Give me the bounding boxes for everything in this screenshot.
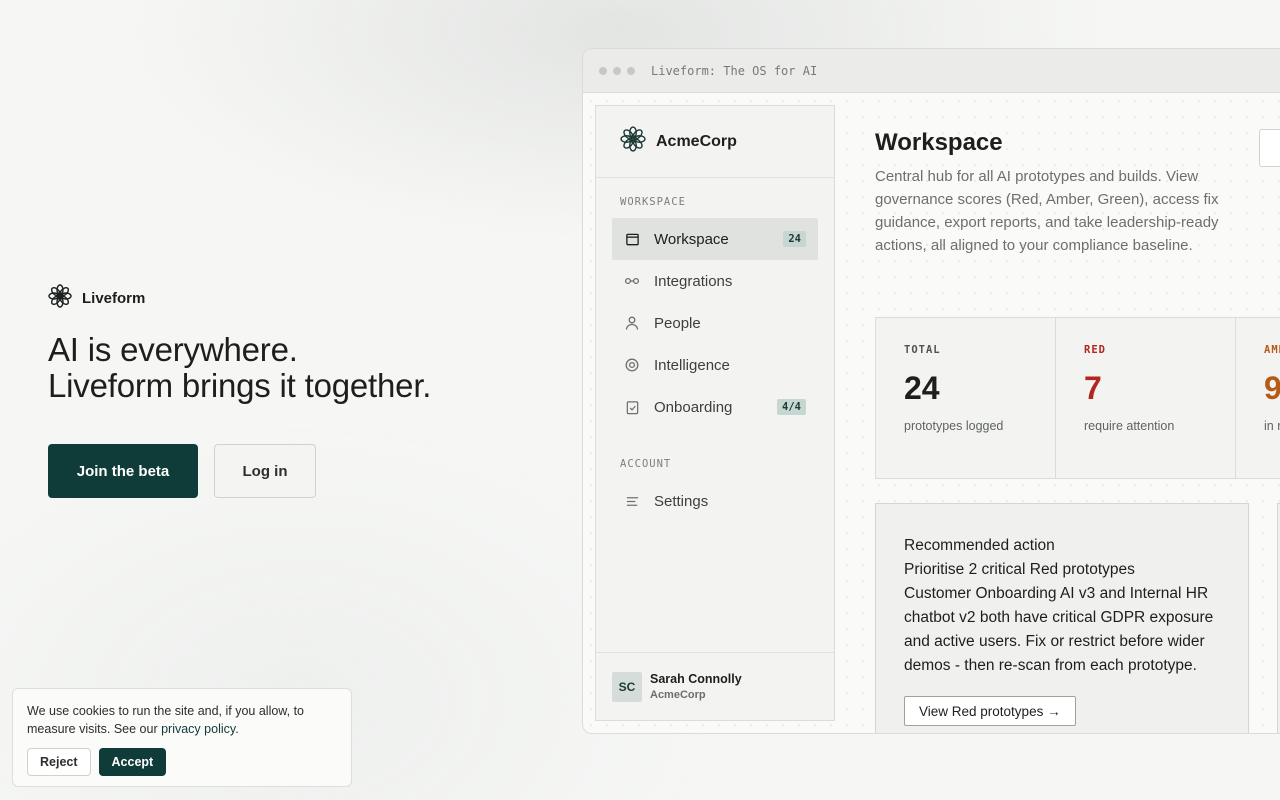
sidebar-item-label: People	[654, 314, 701, 332]
cookie-actions: Reject Accept	[27, 748, 337, 776]
sidebar-item-people[interactable]: People	[612, 302, 818, 344]
recommended-action-card: Recommended action Prioritise 2 critical…	[875, 503, 1249, 733]
target-icon	[624, 357, 640, 373]
view-red-prototypes-button[interactable]: View Red prototypes →	[904, 696, 1076, 726]
settings-lines-icon	[624, 493, 640, 509]
stat-amber: AMBER 9 in review	[1236, 318, 1280, 478]
progress-badge: 4/4	[777, 399, 806, 415]
cookie-accept-button[interactable]: Accept	[98, 748, 167, 776]
stat-value: 7	[1084, 370, 1102, 406]
stat-total: TOTAL 24 prototypes logged	[876, 318, 1056, 478]
app-window-preview: Liveform: The OS for AI AcmeCorp WORKSPA…	[582, 48, 1280, 734]
liveform-logo-icon	[48, 284, 72, 313]
stat-red: RED 7 require attention	[1056, 318, 1236, 478]
window-dot-close	[599, 66, 607, 75]
window-title: Liveform: The OS for AI	[651, 63, 818, 78]
avatar: SC	[612, 671, 642, 702]
join-beta-button[interactable]: Join the beta	[48, 444, 198, 498]
user-name: Sarah Connolly	[650, 672, 742, 686]
sidebar-item-settings[interactable]: Settings	[612, 480, 818, 522]
hero-title-line-1: AI is everywhere.	[48, 331, 298, 368]
stat-caption: in review	[1264, 419, 1280, 433]
sidebar-item-integrations[interactable]: Integrations	[612, 260, 818, 302]
stat-caption: prototypes logged	[904, 419, 1004, 433]
user-info: Sarah Connolly AcmeCorp	[650, 672, 742, 701]
sidebar-section-account: ACCOUNT	[620, 458, 672, 470]
link-icon	[624, 273, 640, 289]
window-titlebar: Liveform: The OS for AI	[583, 49, 1280, 93]
page-title: Workspace	[875, 129, 1003, 156]
person-icon	[624, 315, 640, 331]
header-action-button[interactable]	[1259, 129, 1280, 167]
recommended-body: Customer Onboarding AI v3 and Internal H…	[904, 585, 1214, 674]
sidebar: AcmeCorp WORKSPACE Workspace 24 Integrat…	[595, 105, 835, 721]
sidebar-header: AcmeCorp	[596, 106, 834, 178]
user-profile[interactable]: SC Sarah Connolly AcmeCorp	[596, 652, 834, 720]
count-badge: 24	[783, 231, 806, 247]
window-dot-minimize	[613, 66, 621, 75]
stats-panel: TOTAL 24 prototypes logged RED 7 require…	[875, 317, 1280, 479]
cookie-message-end: .	[235, 722, 239, 736]
privacy-policy-link[interactable]: privacy policy	[161, 722, 235, 736]
stat-caption: require attention	[1084, 419, 1175, 433]
recommended-heading: Recommended action	[904, 537, 1055, 554]
login-button[interactable]: Log in	[214, 444, 316, 498]
page-description: Central hub for all AI prototypes and bu…	[875, 168, 1219, 254]
checklist-icon	[624, 399, 640, 415]
sidebar-section-workspace: WORKSPACE	[620, 196, 686, 208]
stat-value: 9	[1264, 370, 1280, 407]
sidebar-item-intelligence[interactable]: Intelligence	[612, 344, 818, 386]
window-dot-maximize	[627, 66, 635, 75]
stat-label: RED	[1084, 344, 1106, 356]
sidebar-item-label: Workspace	[654, 230, 729, 248]
brand-name: Liveform	[82, 290, 146, 307]
org-name: AcmeCorp	[656, 132, 737, 150]
hero-title-line-2: Liveform brings it together.	[48, 367, 432, 404]
cookie-text: We use cookies to run the site and, if y…	[27, 702, 337, 738]
cookie-banner: We use cookies to run the site and, if y…	[12, 688, 352, 787]
user-org: AcmeCorp	[650, 689, 706, 701]
stat-value: 24	[904, 370, 940, 406]
recommended-title: Prioritise 2 critical Red prototypes	[904, 561, 1135, 578]
cookie-reject-button[interactable]: Reject	[27, 748, 91, 776]
cta-row: Join the beta Log in	[48, 444, 316, 498]
window-content: AcmeCorp WORKSPACE Workspace 24 Integrat…	[583, 93, 1280, 733]
stat-label: AMBER	[1264, 344, 1280, 356]
sidebar-item-label: Intelligence	[654, 356, 730, 374]
org-logo-icon	[620, 126, 646, 157]
hero-title: AI is everywhere. Liveform brings it tog…	[48, 332, 431, 404]
sidebar-item-onboarding[interactable]: Onboarding 4/4	[612, 386, 818, 428]
brand: Liveform	[48, 284, 145, 313]
sidebar-item-label: Settings	[654, 492, 709, 510]
sidebar-item-label: Onboarding	[654, 398, 733, 416]
stat-label: TOTAL	[904, 344, 941, 356]
sidebar-item-label: Integrations	[654, 272, 733, 290]
sidebar-item-workspace[interactable]: Workspace 24	[612, 218, 818, 260]
window-icon	[624, 231, 640, 247]
